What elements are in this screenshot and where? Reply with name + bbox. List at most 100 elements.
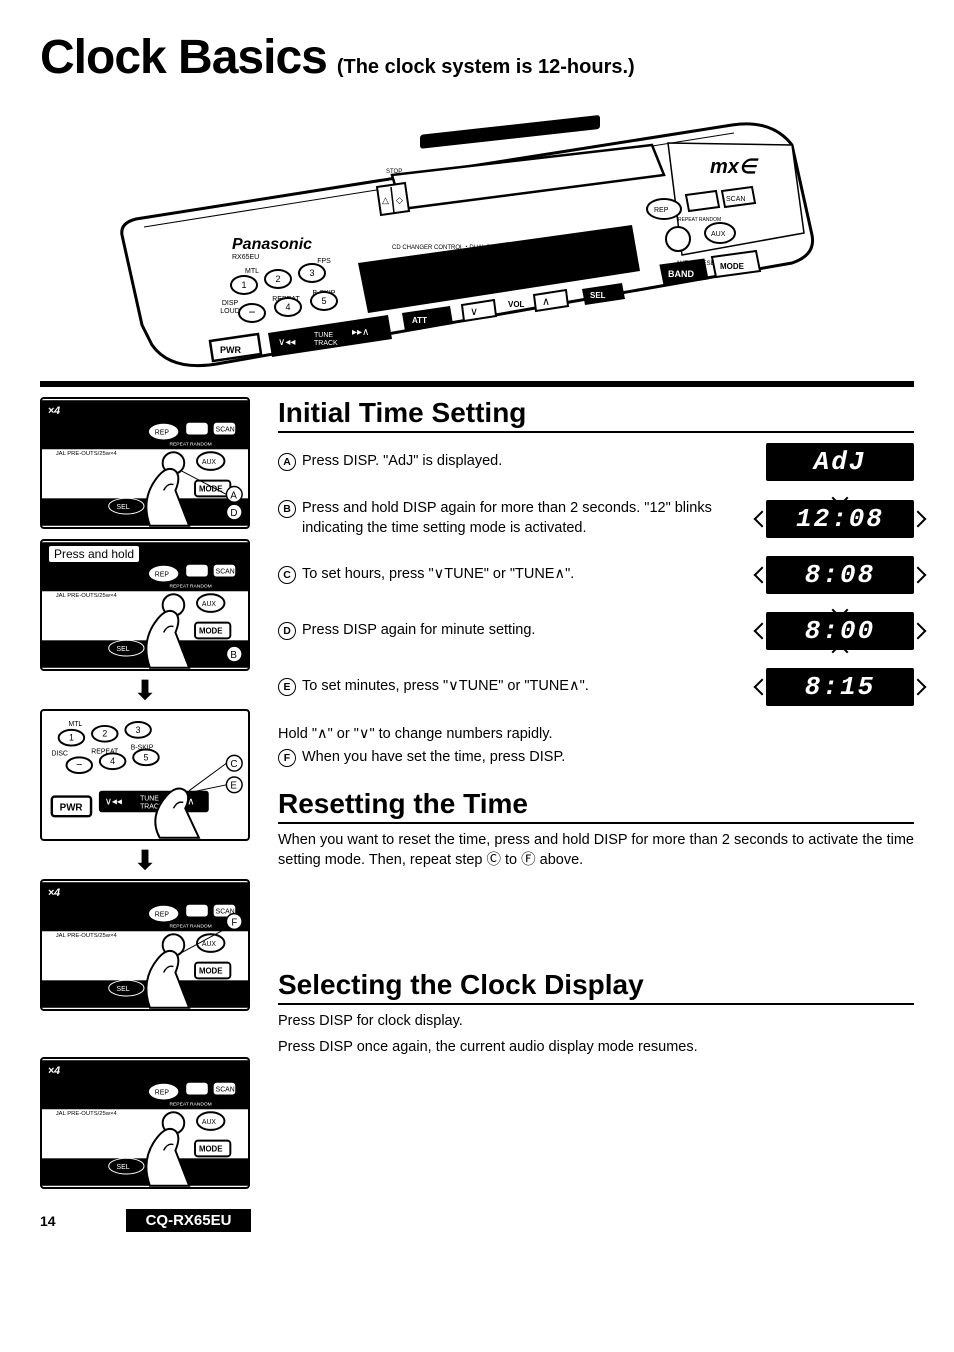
svg-text:E: E [230, 781, 237, 792]
step-e-text: To set minutes, press "∨TUNE" or "TUNE∧"… [302, 677, 589, 697]
model-badge: CQ-RX65EU [126, 1209, 252, 1232]
arrow-down-icon: ⬇ [40, 851, 250, 869]
svg-text:SEL: SEL [590, 291, 606, 300]
step-marker-f: F [278, 749, 296, 767]
svg-text:AUX: AUX [202, 459, 217, 466]
svg-text:Panasonic: Panasonic [232, 236, 312, 253]
svg-text:VOL: VOL [508, 300, 525, 309]
svg-text:LOUD: LOUD [220, 308, 239, 315]
svg-text:AUX: AUX [202, 1119, 217, 1126]
svg-text:AUX: AUX [711, 231, 726, 238]
svg-text:PWR: PWR [220, 345, 241, 355]
svg-text:JAL PRE-OUTS/25w×4: JAL PRE-OUTS/25w×4 [56, 451, 118, 457]
svg-text:◇: ◇ [396, 195, 403, 205]
step-c: C To set hours, press "∨TUNE" or "TUNE∧"… [278, 556, 914, 594]
svg-text:mx∈: mx∈ [710, 156, 759, 178]
svg-text:2: 2 [275, 274, 280, 284]
svg-text:REPEAT RANDOM: REPEAT RANDOM [170, 923, 212, 929]
svg-text:5: 5 [144, 752, 149, 762]
step-d: D Press DISP again for minute setting. 8… [278, 612, 914, 650]
svg-text:ATT: ATT [412, 316, 427, 325]
thumb-step-c-e: MTL 1 2 3 DISCREPEATB-SKIP − 4 5 PWR ∨◂◂… [40, 709, 250, 841]
svg-text:×4: ×4 [48, 405, 60, 417]
svg-text:SEL: SEL [117, 646, 130, 653]
svg-text:FPS: FPS [317, 258, 331, 265]
step-marker-c: C [278, 566, 296, 584]
svg-text:MODE: MODE [199, 1144, 223, 1153]
step-d-text: Press DISP again for minute setting. [302, 621, 535, 641]
svg-text:4: 4 [110, 756, 115, 766]
svg-text:BAND: BAND [668, 269, 694, 279]
content-column: Initial Time Setting A Press DISP. "AdJ"… [278, 397, 914, 1189]
svg-text:×4: ×4 [48, 887, 60, 899]
svg-text:4: 4 [285, 302, 290, 312]
svg-text:REPEAT RANDOM: REPEAT RANDOM [678, 217, 721, 223]
svg-text:▸▸∧: ▸▸∧ [352, 327, 369, 338]
step-a-text: Press DISP. "AdJ" is displayed. [302, 452, 502, 472]
lcd-adj: AdJ [766, 443, 914, 481]
svg-text:MODE: MODE [199, 626, 223, 635]
thumb-step-f: ×4 JAL PRE-OUTS/25w×4 REP SCAN REPEAT RA… [40, 879, 250, 1011]
step-b-text: Press and hold DISP again for more than … [302, 499, 750, 538]
svg-text:REPEAT RANDOM: REPEAT RANDOM [170, 583, 212, 589]
svg-text:DISP: DISP [222, 300, 239, 307]
svg-text:RX65EU: RX65EU [232, 254, 259, 261]
press-hold-label: Press and hold [48, 545, 140, 563]
svg-text:TUNE: TUNE [314, 332, 333, 339]
svg-text:CD CHANGER CONTROL・DUAL PRE-OU: CD CHANGER CONTROL・DUAL PRE-OUTS [392, 245, 518, 251]
svg-text:∧: ∧ [542, 296, 550, 308]
heading-selecting: Selecting the Clock Display [278, 969, 914, 1005]
resetting-body: When you want to reset the time, press a… [278, 830, 914, 871]
svg-text:REP: REP [155, 572, 170, 579]
step-a: A Press DISP. "AdJ" is displayed. AdJ [278, 443, 914, 481]
step-marker-e: E [278, 678, 296, 696]
svg-text:AUX: AUX [202, 601, 217, 608]
svg-text:JAL PRE-OUTS/25w×4: JAL PRE-OUTS/25w×4 [56, 593, 118, 599]
svg-text:B: B [230, 650, 237, 661]
heading-initial-time: Initial Time Setting [278, 397, 914, 433]
svg-text:TUNE: TUNE [140, 796, 159, 803]
svg-text:SEL: SEL [117, 1164, 130, 1171]
thumbnail-column: ×4 JAL PRE-OUTS/25w×4 REP SCAN REPEAT RA… [40, 397, 250, 1189]
step-c-text: To set hours, press "∨TUNE" or "TUNE∧". [302, 565, 574, 585]
svg-text:1: 1 [241, 280, 246, 290]
svg-text:TRACK: TRACK [314, 340, 338, 347]
svg-text:A: A [230, 490, 237, 501]
svg-text:5: 5 [321, 296, 326, 306]
svg-text:REP: REP [654, 207, 669, 214]
svg-text:MODE: MODE [199, 966, 223, 975]
svg-text:JAL PRE-OUTS/25w×4: JAL PRE-OUTS/25w×4 [56, 933, 118, 939]
svg-text:AUX: AUX [202, 941, 217, 948]
svg-text:PWR: PWR [60, 802, 83, 813]
thumb-clock-display: ×4 JAL PRE-OUTS/25w×4 REP SCAN REPEAT RA… [40, 1057, 250, 1189]
svg-text:REP: REP [155, 912, 170, 919]
selecting-line2: Press DISP once again, the current audio… [278, 1037, 914, 1057]
svg-text:MODE: MODE [720, 262, 745, 271]
step-f-text: When you have set the time, press DISP. [302, 748, 565, 768]
svg-text:SCAN: SCAN [216, 569, 235, 576]
svg-text:JAL PRE-OUTS/25w×4: JAL PRE-OUTS/25w×4 [56, 1111, 118, 1117]
title-main: Clock Basics [40, 30, 327, 85]
svg-text:SEL: SEL [117, 986, 130, 993]
svg-text:∨: ∨ [470, 306, 478, 318]
svg-text:STOP: STOP [386, 169, 402, 175]
svg-text:REP: REP [155, 1090, 170, 1097]
step-marker-a: A [278, 453, 296, 471]
svg-text:1: 1 [69, 733, 74, 743]
selecting-line1: Press DISP for clock display. [278, 1011, 914, 1031]
svg-text:SEL: SEL [117, 504, 130, 511]
svg-text:REPEAT RANDOM: REPEAT RANDOM [170, 1101, 212, 1107]
page-footer: 14 CQ-RX65EU [40, 1209, 914, 1232]
svg-text:REP: REP [155, 430, 170, 437]
lcd-815: 8:15 [766, 668, 914, 706]
svg-text:∨◂◂: ∨◂◂ [278, 337, 295, 348]
svg-text:−: − [248, 305, 255, 319]
radio-illustration: 25w×4 △ ◇ STOP mx∈ Panasonic RX65EU MTL … [40, 95, 914, 375]
svg-text:∨◂◂: ∨◂◂ [105, 796, 122, 807]
svg-text:MTL: MTL [68, 721, 82, 728]
svg-text:D: D [230, 508, 237, 519]
lcd-1208: 12:08 [766, 500, 914, 538]
svg-text:△: △ [382, 195, 389, 205]
thumb-step-b: Press and hold JAL PRE-OUTS/25w×4 REP SC… [40, 539, 250, 671]
step-b: B Press and hold DISP again for more tha… [278, 499, 914, 538]
